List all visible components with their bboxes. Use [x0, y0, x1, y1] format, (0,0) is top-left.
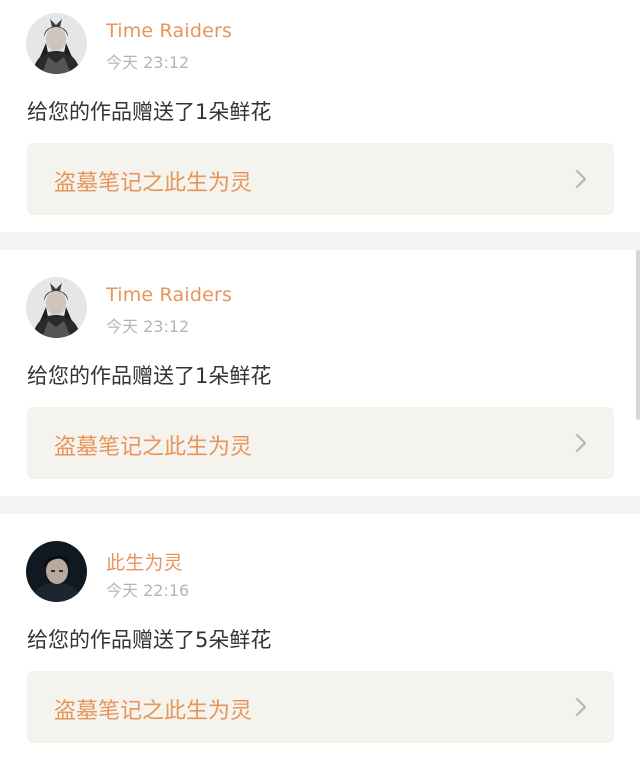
sender-name[interactable]: Time Raiders: [106, 284, 232, 306]
costume-portrait-icon: [26, 277, 87, 338]
timestamp: 今天 23:12: [106, 317, 190, 336]
gift-notification-card: Time Raiders 今天 23:12 给您的作品赠送了1朵鲜花 盗墓笔记之…: [0, 0, 640, 232]
dark-portrait-icon: [26, 541, 87, 602]
chevron-right-icon: [575, 697, 587, 717]
work-link[interactable]: 盗墓笔记之此生为灵: [27, 143, 614, 215]
scrollbar[interactable]: [636, 0, 640, 768]
chevron-right-icon: [575, 433, 587, 453]
work-title: 盗墓笔记之此生为灵: [54, 171, 253, 196]
gift-notification-card: 此生为灵 今天 22:16 给您的作品赠送了5朵鲜花 盗墓笔记之此生为灵: [0, 514, 640, 768]
work-link[interactable]: 盗墓笔记之此生为灵: [27, 671, 614, 743]
timestamp: 今天 22:16: [106, 581, 190, 600]
work-title: 盗墓笔记之此生为灵: [54, 435, 253, 460]
gift-message: 给您的作品赠送了1朵鲜花: [27, 364, 272, 388]
timestamp: 今天 23:12: [106, 53, 190, 72]
user-avatar[interactable]: [26, 541, 87, 602]
chevron-right-icon: [575, 169, 587, 189]
gift-notification-feed: Time Raiders 今天 23:12 给您的作品赠送了1朵鲜花 盗墓笔记之…: [0, 0, 640, 768]
gift-message: 给您的作品赠送了1朵鲜花: [27, 100, 272, 124]
costume-portrait-icon: [26, 13, 87, 74]
sender-name[interactable]: Time Raiders: [106, 20, 232, 42]
user-avatar[interactable]: [26, 277, 87, 338]
work-title: 盗墓笔记之此生为灵: [54, 699, 253, 724]
scroll-thumb[interactable]: [636, 250, 640, 420]
gift-notification-card: Time Raiders 今天 23:12 给您的作品赠送了1朵鲜花 盗墓笔记之…: [0, 250, 640, 496]
sender-name[interactable]: 此生为灵: [106, 548, 183, 575]
gift-message: 给您的作品赠送了5朵鲜花: [27, 628, 272, 652]
user-avatar[interactable]: [26, 13, 87, 74]
work-link[interactable]: 盗墓笔记之此生为灵: [27, 407, 614, 479]
